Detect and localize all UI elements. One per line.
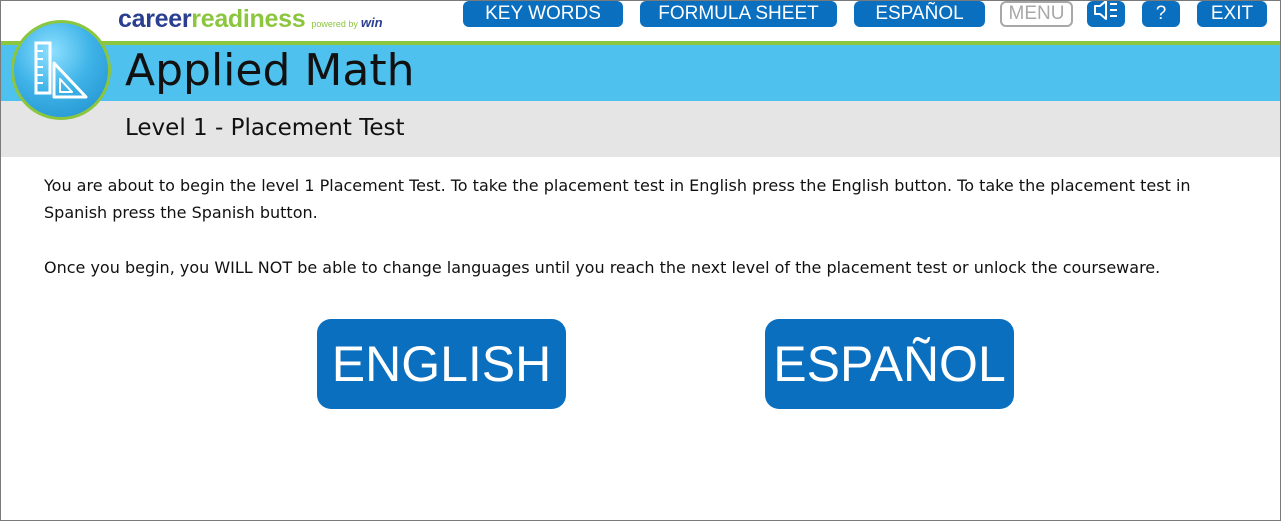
exit-button[interactable]: EXIT (1197, 1, 1267, 27)
sound-toggle-button[interactable] (1087, 1, 1125, 27)
brand-win-text: win (360, 15, 383, 30)
formula-sheet-button[interactable]: FORMULA SHEET (640, 1, 837, 27)
intro-paragraph: You are about to begin the level 1 Place… (44, 176, 1191, 222)
espanol-button[interactable]: ESPAÑOL (765, 319, 1014, 409)
top-bar: career readiness powered by win KEY WORD… (1, 1, 1280, 41)
page-subtitle: Level 1 - Placement Test (125, 115, 405, 141)
page-title: Applied Math (125, 45, 415, 96)
key-words-button[interactable]: KEY WORDS (463, 1, 623, 27)
applied-math-logo (11, 20, 111, 120)
english-button[interactable]: ENGLISH (317, 319, 566, 409)
brand-career-text: career (118, 5, 192, 33)
warning-paragraph: Once you begin, you WILL NOT be able to … (44, 258, 1161, 277)
speaker-muted-icon (1093, 1, 1119, 28)
app-window: career readiness powered by win KEY WORD… (0, 0, 1281, 521)
help-button[interactable]: ? (1142, 1, 1180, 27)
menu-button[interactable]: MENU (1000, 1, 1073, 27)
brand-logo: career readiness powered by win (118, 5, 383, 35)
brand-readiness-text: readiness (191, 5, 306, 33)
brand-powered-by-text: powered by (311, 19, 358, 29)
espanol-nav-button[interactable]: ESPAÑOL (854, 1, 985, 27)
